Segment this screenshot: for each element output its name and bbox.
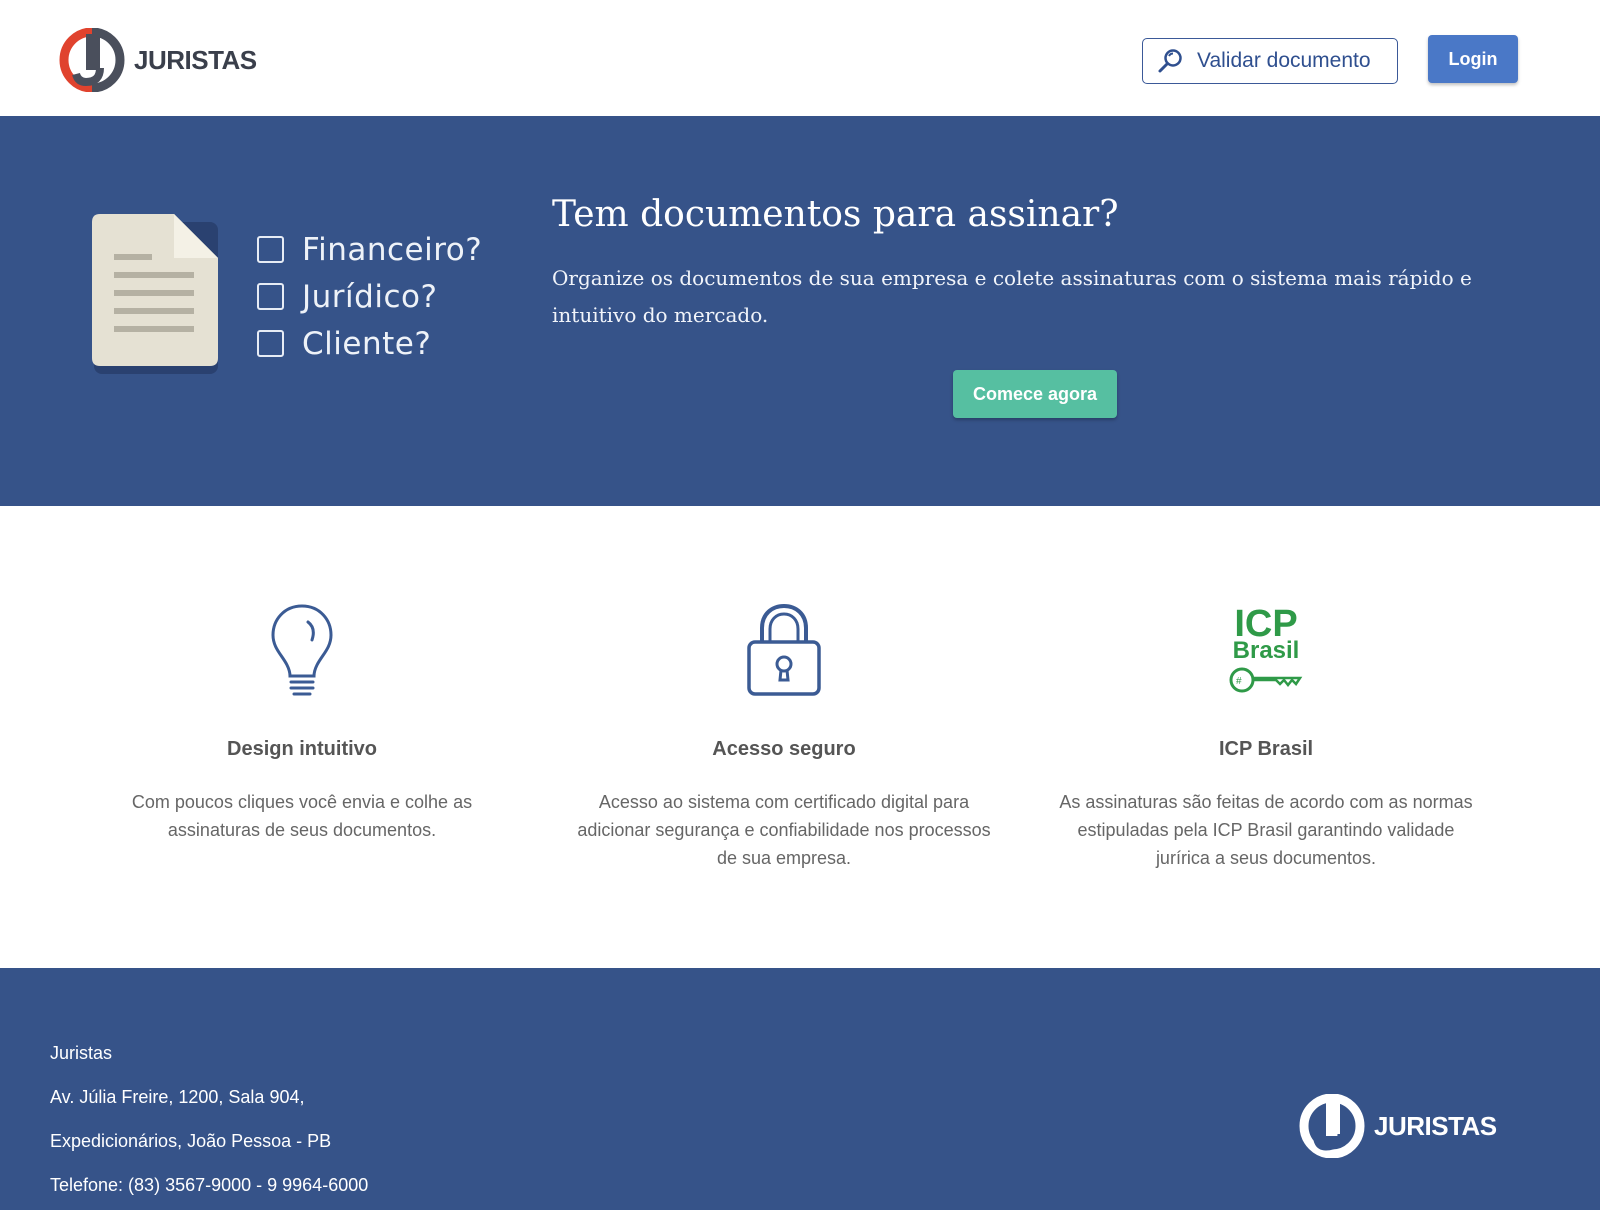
- checkbox-icon: [257, 236, 284, 263]
- search-document-icon: [1158, 49, 1182, 73]
- footer-address-line1: Av. Júlia Freire, 1200, Sala 904,: [50, 1087, 305, 1107]
- feature-text: Com poucos cliques você envia e colhe as…: [131, 792, 473, 840]
- footer-contact-info: Juristas Av. Júlia Freire, 1200, Sala 90…: [50, 1043, 368, 1219]
- checklist-item: Jurídico?: [257, 273, 482, 320]
- footer-phone: Telefone: (83) 3567-9000 - 9 9964-6000: [50, 1175, 369, 1195]
- feature-title: ICP Brasil: [1218, 738, 1314, 760]
- juristas-logo-mark-icon: [59, 28, 125, 92]
- padlock-icon: [747, 603, 821, 696]
- checkbox-icon: [257, 330, 284, 357]
- feature-title: Acesso seguro: [712, 738, 856, 760]
- footer-address-line2: Expedicionários, João Pessoa - PB: [50, 1131, 332, 1151]
- validate-label: Validar documento: [1197, 49, 1371, 72]
- feature-title: Design intuitivo: [227, 738, 377, 760]
- juristas-logo[interactable]: JURISTAS: [58, 28, 257, 92]
- footer-juristas-logo[interactable]: JURISTAS: [1298, 1094, 1497, 1158]
- checklist-label: Jurídico?: [302, 278, 438, 315]
- checklist-item: Cliente?: [257, 320, 482, 367]
- feature-text: As assinaturas são feitas de acordo com …: [1059, 792, 1473, 868]
- footer-logo-text: JURISTAS: [1374, 1110, 1497, 1141]
- validate-document-button[interactable]: Validar documento: [1142, 38, 1398, 84]
- checklist-label: Financeiro?: [302, 231, 483, 268]
- hero-description: Organize os documentos de sua empresa e …: [552, 266, 1472, 327]
- svg-text:#: #: [1236, 676, 1242, 687]
- topic-checklist: Financeiro? Jurídico? Cliente?: [257, 226, 482, 367]
- logo-text: JURISTAS: [134, 44, 257, 75]
- juristas-logo-mark-icon: [1299, 1094, 1365, 1158]
- checklist-item: Financeiro?: [257, 226, 482, 273]
- get-started-button[interactable]: Comece agora: [953, 370, 1117, 418]
- checkbox-icon: [257, 283, 284, 310]
- icp-logo-line2: Brasil: [1233, 637, 1300, 664]
- lightbulb-icon: [271, 604, 333, 696]
- features-section: Design intuitivo Com poucos cliques você…: [0, 506, 1600, 968]
- site-header: JURISTAS Validar documento Login: [0, 0, 1600, 116]
- login-button[interactable]: Login: [1428, 35, 1518, 83]
- hero-title: Tem documentos para assinar?: [552, 194, 1119, 235]
- footer-company: Juristas: [50, 1043, 113, 1063]
- document-illustration-icon: [92, 214, 218, 374]
- site-footer: Juristas Av. Júlia Freire, 1200, Sala 90…: [0, 968, 1600, 1210]
- checklist-label: Cliente?: [302, 325, 432, 362]
- icp-brasil-icon: ICP Brasil #: [1229, 603, 1303, 693]
- feature-text: Acesso ao sistema com certificado digita…: [577, 792, 991, 868]
- hero-section: Financeiro? Jurídico? Cliente? Tem docum…: [0, 116, 1600, 506]
